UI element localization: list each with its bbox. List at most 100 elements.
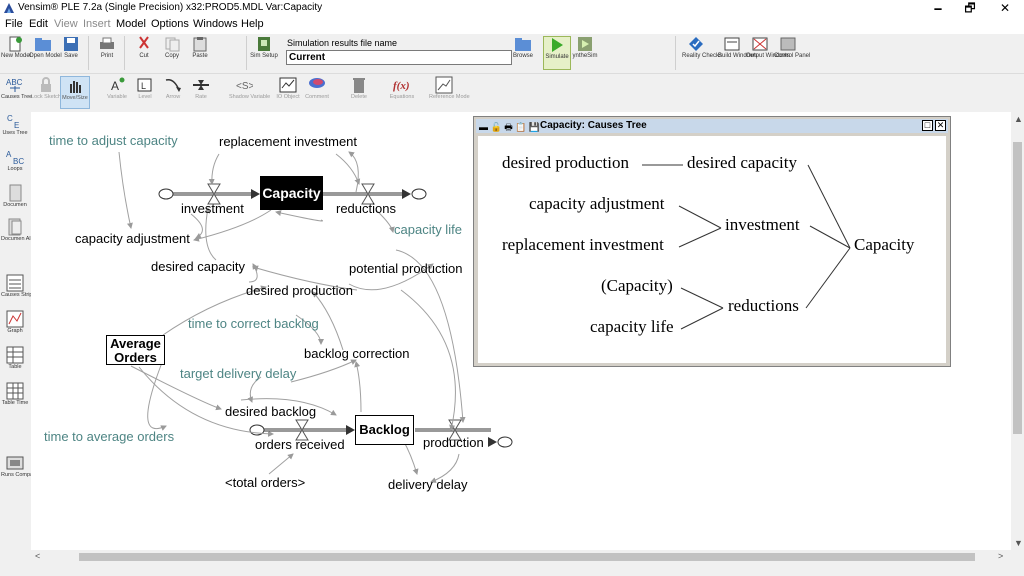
replacement-investment-label[interactable]: replacement investment [219, 134, 357, 149]
shadow-variable-tool[interactable]: <S> Shadow Variable [229, 76, 270, 100]
menu-insert[interactable]: Insert [83, 18, 111, 30]
svg-text:f(x): f(x) [393, 80, 410, 92]
io-object-tool[interactable]: IO Object [273, 76, 303, 100]
output-windows-button[interactable]: Output Windows [746, 36, 790, 59]
tree-desired-production[interactable]: desired production [502, 153, 629, 173]
build-windows-button[interactable]: Build Windows [718, 36, 757, 59]
horizontal-scrollbar[interactable]: < > [31, 550, 1011, 564]
control-panel-button[interactable]: Control Panel [774, 36, 810, 59]
minimize-button[interactable]: 🗕 [921, 0, 955, 17]
potential-production-label[interactable]: potential production [349, 261, 462, 276]
investment-label[interactable]: investment [181, 201, 244, 216]
scroll-down-icon[interactable]: ▼ [1014, 538, 1023, 548]
tree-capacity-life[interactable]: capacity life [590, 317, 674, 337]
move-size-tool[interactable]: Move/Size [60, 76, 90, 109]
causes-tree-tool[interactable]: ABC Causes Tree [1, 76, 32, 100]
menu-file[interactable]: File [5, 18, 23, 30]
copy-button[interactable]: Copy [158, 36, 186, 59]
synthesim-button[interactable]: yntheSim [571, 36, 599, 59]
sim-setup-button[interactable]: Sim Setup [250, 36, 278, 59]
new-model-button[interactable]: New Model [1, 36, 31, 59]
horizontal-scroll-thumb[interactable] [79, 553, 975, 561]
target-delivery-delay-label[interactable]: target delivery delay [180, 366, 296, 381]
browse-button[interactable]: Browse [509, 36, 537, 59]
variable-tool[interactable]: A Variable [102, 76, 132, 100]
time-to-correct-backlog-label[interactable]: time to correct backlog [188, 316, 319, 331]
capacity-stock[interactable]: Capacity [260, 176, 323, 210]
menu-options[interactable]: Options [151, 18, 189, 30]
causes-strip-tool[interactable]: Causes Strip [1, 274, 33, 298]
paste-button[interactable]: Paste [186, 36, 214, 59]
tree-capacity-paren[interactable]: (Capacity) [601, 276, 673, 296]
paste-label: Paste [192, 53, 208, 59]
close-icon[interactable]: ✕ [935, 120, 946, 131]
scroll-right-icon[interactable]: > [998, 551, 1003, 561]
print-button[interactable]: Print [93, 36, 121, 59]
synthesim-label: yntheSim [572, 53, 598, 59]
restore-button[interactable]: 🗗 [953, 0, 987, 17]
open-model-button[interactable]: Open Model [29, 36, 62, 59]
arrow-tool[interactable]: Arrow [158, 76, 188, 100]
reductions-label[interactable]: reductions [336, 201, 396, 216]
level-tool[interactable]: L Level [130, 76, 160, 100]
vertical-scroll-thumb[interactable] [1013, 142, 1022, 434]
causes-tree-window[interactable]: ▬ 🔓 🖶 📋 💾 Capacity: Causes Tree □ ✕ desi… [473, 116, 951, 367]
document-all-icon [8, 218, 22, 236]
backlog-stock[interactable]: Backlog [355, 415, 414, 445]
total-orders-shadow-label[interactable]: <total orders> [225, 475, 305, 490]
tree-reductions[interactable]: reductions [728, 296, 799, 316]
loops-tool[interactable]: A BC Loops [1, 148, 29, 172]
cut-button[interactable]: Cut [130, 36, 158, 59]
tree-desired-capacity[interactable]: desired capacity [687, 153, 797, 173]
runs-compare-tool[interactable]: Runs Compare [1, 454, 38, 478]
floppy-icon [64, 37, 78, 51]
level-icon: L [137, 78, 152, 92]
backlog-correction-label[interactable]: backlog correction [304, 346, 410, 361]
causes-tree-toolbar-icons[interactable]: ▬ 🔓 🖶 📋 💾 [479, 120, 540, 136]
production-label[interactable]: production [423, 435, 484, 450]
comment-tool[interactable]: Comment [302, 76, 332, 100]
equations-tool[interactable]: f(x) Equations [387, 76, 417, 100]
time-to-average-orders-label[interactable]: time to average orders [44, 429, 174, 444]
menu-windows[interactable]: Windows [193, 18, 238, 30]
vertical-scrollbar[interactable]: ▲ ▼ [1011, 112, 1024, 550]
time-to-adjust-capacity-label[interactable]: time to adjust capacity [49, 133, 178, 148]
desired-capacity-label[interactable]: desired capacity [151, 259, 245, 274]
average-orders-stock[interactable]: Average Orders [106, 335, 165, 365]
table-tool[interactable]: Table [1, 346, 29, 370]
folder-icon [35, 38, 51, 51]
document-tool[interactable]: Documen [1, 184, 29, 208]
desired-backlog-label[interactable]: desired backlog [225, 404, 316, 419]
uses-tree-tool[interactable]: CE Uses Tree [1, 112, 29, 136]
maximize-icon[interactable]: □ [922, 120, 933, 131]
tree-capacity-adjustment[interactable]: capacity adjustment [529, 194, 664, 214]
document-all-tool[interactable]: Documen All [1, 218, 32, 242]
sim-file-input[interactable] [286, 50, 512, 65]
causes-tree-titlebar[interactable]: ▬ 🔓 🖶 📋 💾 Capacity: Causes Tree □ ✕ [476, 119, 948, 133]
tree-replacement-investment[interactable]: replacement investment [502, 235, 664, 255]
delivery-delay-label[interactable]: delivery delay [388, 477, 468, 492]
menu-view[interactable]: View [54, 18, 78, 30]
desired-production-label[interactable]: desired production [246, 283, 353, 298]
capacity-adjustment-label[interactable]: capacity adjustment [75, 231, 190, 246]
reality-checks-button[interactable]: Reality Checks [682, 36, 722, 59]
capacity-life-label[interactable]: capacity life [394, 222, 462, 237]
tree-investment[interactable]: investment [725, 215, 800, 235]
scroll-left-icon[interactable]: < [35, 551, 40, 561]
table-time-tool[interactable]: Table Time [1, 382, 29, 406]
tree-capacity-root[interactable]: Capacity [854, 235, 914, 255]
menu-edit[interactable]: Edit [29, 18, 48, 30]
lock-sketch-tool[interactable]: Lock Sketch [31, 76, 61, 100]
rate-tool[interactable]: Rate [186, 76, 216, 100]
scroll-up-icon[interactable]: ▲ [1014, 114, 1023, 124]
close-button[interactable]: ✕ [988, 0, 1022, 17]
graph-tool[interactable]: Graph [1, 310, 29, 334]
menu-help[interactable]: Help [241, 18, 264, 30]
equations-label: Equations [389, 94, 415, 100]
delete-tool[interactable]: Delete [344, 76, 374, 100]
save-button[interactable]: Save [57, 36, 85, 59]
simulate-button[interactable]: Simulate [543, 36, 571, 70]
reference-mode-tool[interactable]: Reference Mode [429, 76, 470, 100]
menu-model[interactable]: Model [116, 18, 146, 30]
orders-received-label[interactable]: orders received [255, 437, 345, 452]
